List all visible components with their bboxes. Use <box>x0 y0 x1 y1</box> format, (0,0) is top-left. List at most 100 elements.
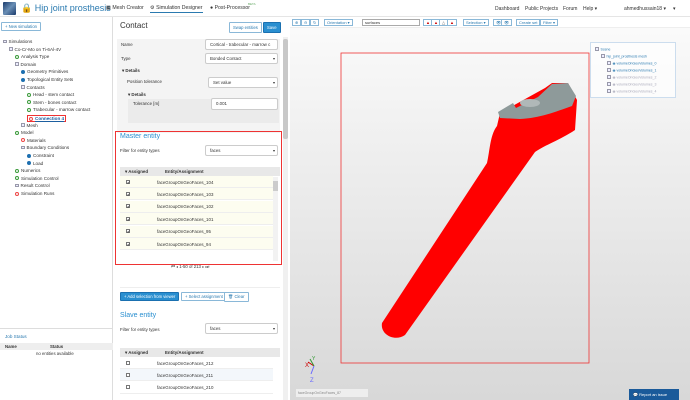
filter-dropdown[interactable]: Filter ▾ <box>540 19 559 26</box>
assigned-checkbox[interactable]: ✔ <box>126 179 130 184</box>
report-issue-button[interactable]: 💬 Report an issue <box>629 389 679 400</box>
table-row[interactable]: ✔ faceGroupOnGeoFaces_104 <box>120 176 273 188</box>
zoom-in-icon[interactable]: ⊕ <box>292 19 302 26</box>
zoom-out-icon[interactable]: ⊖ <box>301 19 311 26</box>
tree-item[interactable]: Stem - bones contact <box>27 100 76 105</box>
select-assignment-button[interactable]: + Select assignment <box>181 292 227 301</box>
assigned-checkbox[interactable] <box>126 372 130 377</box>
table-row[interactable]: ✔ faceGroupOnGeoFaces_95 <box>120 225 273 238</box>
render-mode-select[interactable]: surfaces <box>362 19 420 26</box>
tree-item[interactable]: Boundary Conditions <box>21 145 69 150</box>
assigned-checkbox[interactable]: ✔ <box>126 216 130 221</box>
scene-mesh[interactable]: hip_joint_prosthesis mesh <box>601 54 647 59</box>
nav-forum[interactable]: Forum <box>563 6 577 12</box>
scene-volume-item[interactable]: ◉ volumeOnGeoVolumes_2 <box>607 75 656 80</box>
tree-item[interactable]: Geometry Primitives <box>21 69 68 74</box>
app-logo[interactable] <box>3 2 16 15</box>
tree-item[interactable]: Analysis Type <box>15 54 49 59</box>
position-tolerance-select[interactable]: Set value <box>208 77 278 88</box>
nav-public-projects[interactable]: Public Projects <box>525 6 558 12</box>
collapse-icon[interactable] <box>595 47 599 51</box>
reset-view-icon[interactable]: ↻ <box>310 19 320 26</box>
col-entity[interactable]: Entity/Assignment <box>165 350 204 355</box>
tree-item[interactable]: Topological Entity Sets <box>21 77 73 82</box>
nav-dashboard[interactable]: Dashboard <box>495 6 519 12</box>
tab-simulation-designer[interactable]: ⚙ Simulation Designer <box>150 5 203 13</box>
col-assigned[interactable]: ▾ Assigned <box>125 169 148 175</box>
tree-item[interactable]: Load <box>27 161 43 166</box>
table-row[interactable]: ✔ faceGroupOnGeoFaces_103 <box>120 188 273 201</box>
tree-item[interactable]: Result Control <box>15 183 50 188</box>
tab-post-processor[interactable]: ● Post-Processor BETA <box>210 2 256 11</box>
add-selection-button[interactable]: + Add selection from viewer <box>120 292 180 301</box>
last-page-icon[interactable]: ⏭ <box>205 264 209 269</box>
type-select[interactable]: Bonded Contact <box>205 53 278 64</box>
master-filter-select[interactable]: faces <box>205 145 278 156</box>
checkbox-icon[interactable] <box>607 82 611 86</box>
tree-item[interactable]: Simulations <box>3 39 32 44</box>
assigned-checkbox[interactable]: ✔ <box>126 191 130 196</box>
nav-help[interactable]: Help ▾ <box>583 6 597 12</box>
tree-item[interactable]: Materials <box>21 138 46 143</box>
assigned-checkbox[interactable]: ✔ <box>126 241 130 246</box>
tree-item[interactable]: Constraint <box>27 153 54 158</box>
tree-item[interactable]: Trabecular - marrow contact <box>27 107 90 112</box>
table-row[interactable]: faceGroupOnGeoFaces_212 <box>120 357 273 369</box>
render-points-icon[interactable]: ▲ <box>447 19 457 26</box>
create-set-button[interactable]: Create set <box>516 19 541 26</box>
tree-item[interactable]: Co-Cr-Mo on Ti-6Al-4V <box>9 47 61 52</box>
scene-volume-item[interactable]: ◉ volumeOnGeoVolumes_4 <box>607 89 656 94</box>
selection-dropdown[interactable]: Selection ▾ <box>463 19 489 26</box>
table-row[interactable]: ✔ faceGroupOnGeoFaces_101 <box>120 213 273 226</box>
checkbox-icon[interactable] <box>607 89 611 93</box>
master-scrollbar[interactable] <box>273 177 278 261</box>
col-assigned[interactable]: ▾ Assigned <box>125 350 148 356</box>
orientation-dropdown[interactable]: Orientation ▾ <box>324 19 353 26</box>
hide-icon[interactable]: 👁 <box>501 19 513 26</box>
tree-item[interactable]: Model <box>15 130 34 135</box>
col-entity[interactable]: Entity/Assignment <box>165 169 204 174</box>
tab-mesh-creator[interactable]: ▦ Mesh Creator <box>106 5 144 11</box>
user-menu[interactable]: ahmedhussain18 ▾ <box>624 6 666 12</box>
tree-item[interactable]: Simulation Runs <box>15 191 54 196</box>
assigned-checkbox[interactable] <box>126 360 130 365</box>
clear-button[interactable]: 🗑 Clear <box>224 292 249 302</box>
tolerance-input[interactable]: 0.001 <box>211 98 278 110</box>
entity-name: faceGroupOnGeoFaces_102 <box>157 204 214 210</box>
collapse-icon[interactable] <box>601 54 605 58</box>
scene-tree-panel: Scene hip_joint_prosthesis mesh ◉ volume… <box>590 42 676 98</box>
save-button[interactable]: Save <box>263 22 281 33</box>
scene-volume-item[interactable]: ◉ volumeOnGeoVolumes_1 <box>607 68 656 73</box>
tree-item[interactable]: Head - stem contact <box>27 92 74 97</box>
bone-model-selected[interactable] <box>381 83 577 338</box>
tree-item[interactable]: Mesh <box>21 123 38 128</box>
assigned-checkbox[interactable]: ✔ <box>126 204 130 209</box>
slave-filter-select[interactable]: faces <box>205 323 278 334</box>
swap-entities-button[interactable]: Swap entities <box>229 22 262 33</box>
assigned-checkbox[interactable] <box>126 385 130 390</box>
table-row[interactable]: faceGroupOnGeoFaces_211 <box>120 369 273 382</box>
scene-root[interactable]: Scene <box>595 47 610 52</box>
tree-item[interactable]: Connection 4 <box>27 115 67 122</box>
panel-scrollbar[interactable] <box>283 37 288 400</box>
scene-volume-item[interactable]: ◉ volumeOnGeoVolumes_0 <box>607 61 656 66</box>
table-row[interactable]: ✔ faceGroupOnGeoFaces_102 <box>120 200 273 213</box>
check-green-icon <box>27 92 31 97</box>
assigned-checkbox[interactable]: ✔ <box>126 229 130 234</box>
name-input[interactable]: Cortical - trabecular - marrow c <box>205 39 278 50</box>
more-menu[interactable]: ▾ <box>673 6 676 12</box>
tree-item[interactable]: Contacts <box>21 85 45 90</box>
checkbox-icon[interactable] <box>607 61 611 65</box>
checkbox-icon[interactable] <box>607 75 611 79</box>
tree-item[interactable]: Numerics <box>15 168 40 173</box>
checkbox-icon[interactable] <box>607 68 611 72</box>
table-row[interactable]: faceGroupOnGeoFaces_210 <box>120 381 273 394</box>
details-toggle[interactable]: ▾ Details <box>122 68 140 74</box>
new-simulation-button[interactable]: + New simulation <box>1 22 42 31</box>
details-toggle-2[interactable]: ▾ Details <box>128 92 146 98</box>
table-row[interactable]: ✔ faceGroupOnGeoFaces_94 <box>120 238 273 250</box>
tree-item[interactable]: Domain <box>15 62 36 67</box>
scene-volume-item[interactable]: ◉ volumeOnGeoVolumes_3 <box>607 82 656 87</box>
tree-item[interactable]: Simulation Control <box>15 176 59 181</box>
3d-viewer[interactable]: X Y Z Scene hip_joint_prosthesis mesh ◉ … <box>290 17 690 400</box>
